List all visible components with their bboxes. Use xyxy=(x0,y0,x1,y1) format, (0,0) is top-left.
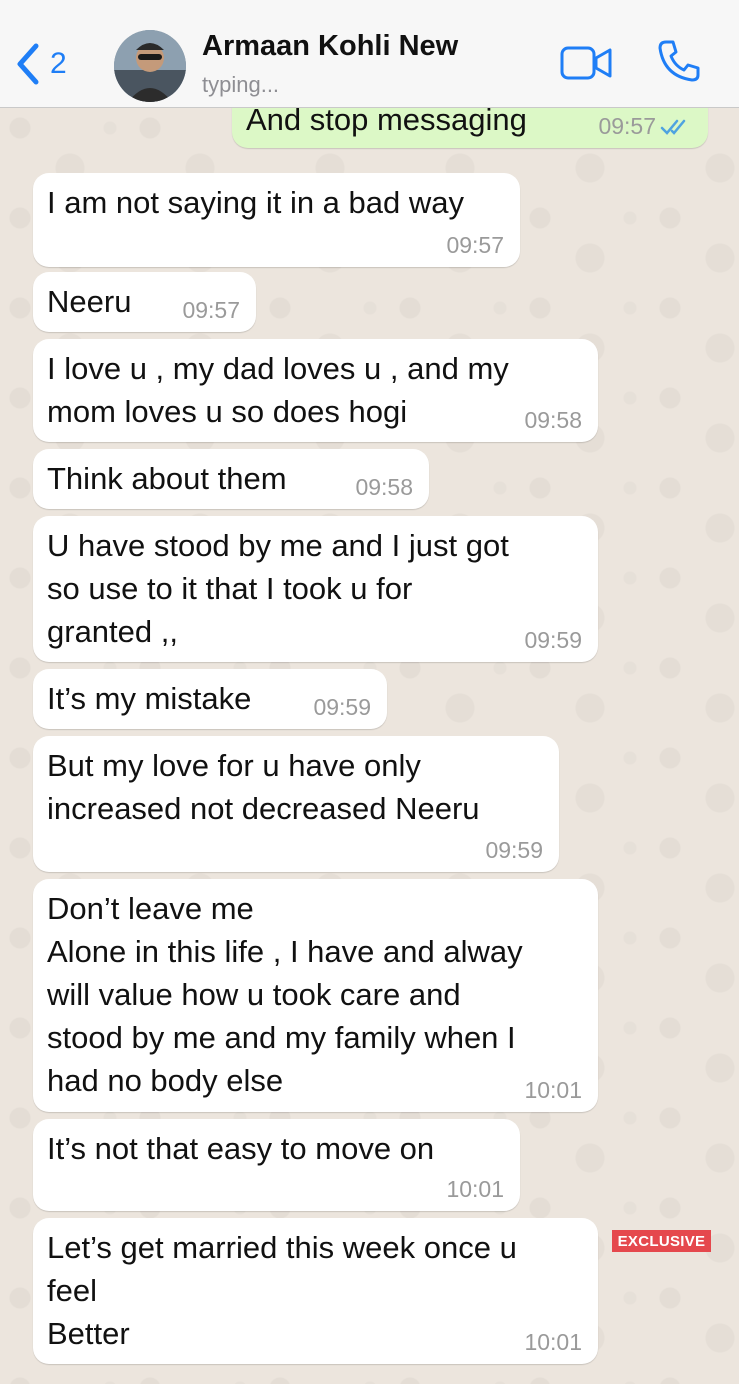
message-bubble[interactable]: Neeru 09:57 xyxy=(33,272,256,332)
message-bubble[interactable]: Don’t leave me Alone in this life , I ha… xyxy=(33,879,598,1112)
back-button[interactable]: 2 xyxy=(14,40,67,88)
message-text: It’s not that easy to move on xyxy=(47,1131,435,1166)
message-time: 09:59 xyxy=(313,694,371,720)
message-time: 09:58 xyxy=(524,407,582,433)
message-bubble[interactable]: But my love for u have only increased no… xyxy=(33,736,559,872)
message-text: I am not saying it in a bad way xyxy=(47,185,465,220)
exclusive-watermark: EXCLUSIVE xyxy=(612,1230,711,1252)
message-time: 09:59 xyxy=(485,837,543,863)
phone-icon xyxy=(658,40,700,82)
message-time: 09:57 xyxy=(598,113,656,139)
message-text: Don’t leave me Alone in this life , I ha… xyxy=(47,891,523,1098)
message-time: 09:57 xyxy=(446,232,504,258)
message-time: 09:57 xyxy=(182,297,240,323)
message-time: 10:01 xyxy=(524,1077,582,1103)
message-time: 10:01 xyxy=(524,1329,582,1355)
message-list[interactable]: And stop messaging 09:57 I am not saying… xyxy=(0,108,739,1384)
message-time: 09:59 xyxy=(524,627,582,653)
message-text: I love u , my dad loves u , and my mom l… xyxy=(47,351,509,429)
unread-count: 2 xyxy=(50,47,67,80)
message-bubble[interactable]: And stop messaging 09:57 xyxy=(232,108,708,148)
message-bubble[interactable]: It’s not that easy to move on 10:01 xyxy=(33,1119,520,1211)
message-text: U have stood by me and I just got so use… xyxy=(47,528,509,649)
message-bubble[interactable]: It’s my mistake 09:59 xyxy=(33,669,387,729)
video-call-button[interactable] xyxy=(560,44,612,82)
video-camera-icon xyxy=(560,46,612,80)
contact-name[interactable]: Armaan Kohli New xyxy=(202,30,458,63)
voice-call-button[interactable] xyxy=(656,38,702,84)
message-bubble[interactable]: Think about them 09:58 xyxy=(33,449,429,509)
message-time: 09:58 xyxy=(355,474,413,500)
message-bubble[interactable]: Let’s get married this week once u feel … xyxy=(33,1218,598,1364)
typing-status: typing... xyxy=(202,72,280,97)
chevron-left-icon xyxy=(17,43,39,85)
double-check-icon xyxy=(660,119,686,135)
message-bubble[interactable]: I love u , my dad loves u , and my mom l… xyxy=(33,339,598,442)
message-text: But my love for u have only increased no… xyxy=(47,748,480,826)
chat-header: 2 Armaan Kohli New typing... xyxy=(0,0,739,108)
message-bubble[interactable]: I am not saying it in a bad way 09:57 xyxy=(33,173,520,267)
avatar[interactable] xyxy=(114,30,186,102)
message-text: Let’s get married this week once u feel … xyxy=(47,1230,517,1351)
message-bubble[interactable]: U have stood by me and I just got so use… xyxy=(33,516,598,662)
message-time: 10:01 xyxy=(446,1176,504,1202)
